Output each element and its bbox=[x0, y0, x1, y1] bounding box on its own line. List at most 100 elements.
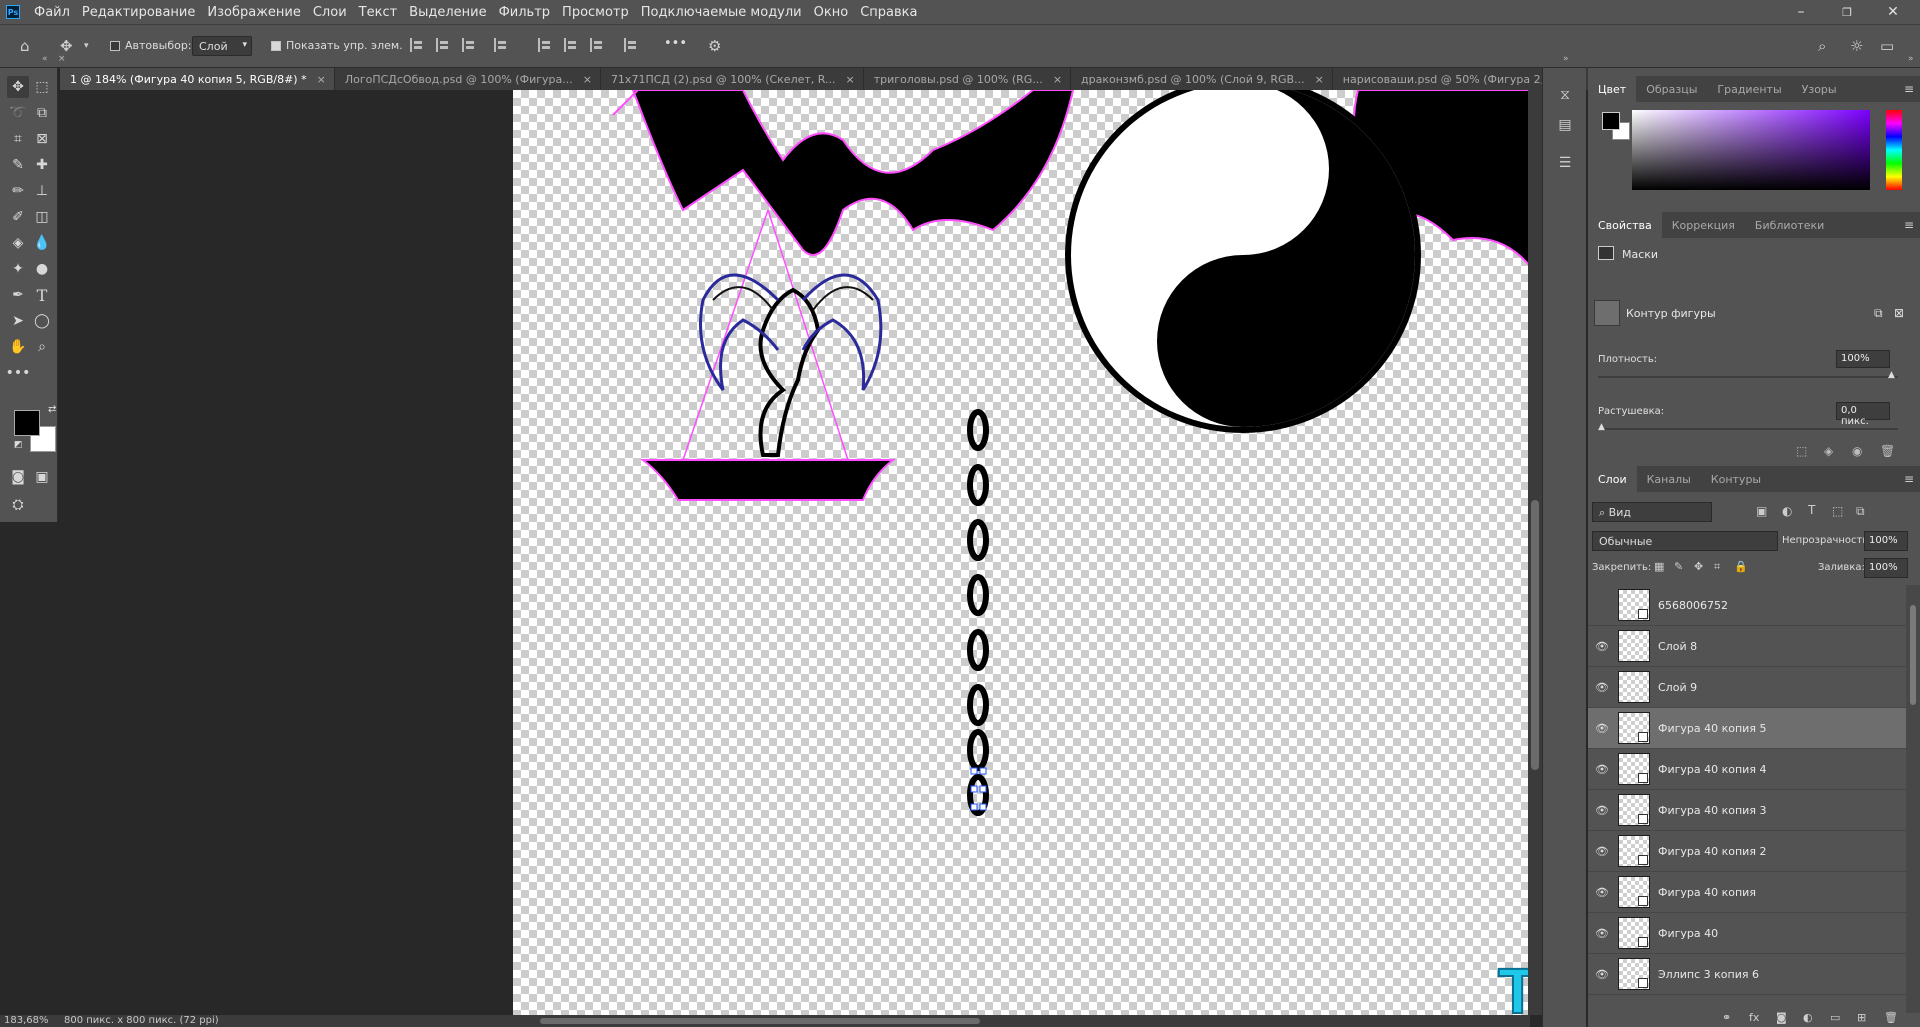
align-center-h-icon[interactable] bbox=[436, 38, 450, 52]
align-top-icon[interactable] bbox=[538, 38, 552, 52]
close-icon[interactable]: × bbox=[583, 73, 592, 86]
minimize-button[interactable]: – bbox=[1778, 0, 1824, 24]
fx-icon[interactable]: fx bbox=[1749, 1011, 1759, 1024]
tab-71x71-psd[interactable]: 71х71ПСД (2).psd @ 100% (Скелет, R... × bbox=[600, 68, 864, 90]
filter-type-icon[interactable]: T bbox=[1808, 503, 1815, 517]
ellipse-tool-icon[interactable]: ◯ bbox=[31, 310, 53, 332]
close-icon[interactable]: × bbox=[58, 54, 66, 64]
close-icon[interactable]: × bbox=[317, 73, 326, 86]
opacity-input[interactable]: 100% bbox=[1864, 531, 1908, 551]
scroll-thumb[interactable] bbox=[1910, 605, 1916, 705]
mask-icon[interactable]: ◙ bbox=[1776, 1011, 1787, 1024]
eye-icon[interactable]: 👁 bbox=[1588, 886, 1616, 899]
tab-swatches[interactable]: Образцы bbox=[1636, 76, 1707, 102]
density-slider[interactable] bbox=[1598, 376, 1898, 378]
quick-mask-icon[interactable]: ◙ bbox=[7, 466, 29, 488]
tab-gradients[interactable]: Градиенты bbox=[1707, 76, 1791, 102]
align-right-icon[interactable] bbox=[462, 38, 476, 52]
align-bottom-icon[interactable] bbox=[590, 38, 604, 52]
frame-tool-icon[interactable]: ⊠ bbox=[31, 128, 53, 150]
layer-row[interactable]: 👁 Фигура 40 копия 3 bbox=[1588, 790, 1906, 831]
filter-pixel-icon[interactable]: ▣ bbox=[1756, 504, 1767, 518]
lasso-tool-icon[interactable]: ➰ bbox=[7, 102, 29, 124]
show-controls-checkbox[interactable] bbox=[271, 41, 281, 51]
move-tool-preset-icon[interactable]: ✥ bbox=[60, 37, 73, 55]
eye-icon[interactable]: 👁 bbox=[1588, 968, 1616, 981]
menu-select[interactable]: Выделение bbox=[403, 5, 492, 20]
object-select-tool-icon[interactable]: ⧉ bbox=[31, 102, 53, 124]
eye-icon[interactable]: 👁 bbox=[1588, 640, 1616, 653]
select-mask-icon[interactable]: ⬚ bbox=[1796, 444, 1807, 458]
align-left-icon[interactable] bbox=[410, 38, 424, 52]
slider-handle-icon[interactable]: ▲ bbox=[1598, 422, 1605, 432]
link-icon[interactable]: ⚭ bbox=[1722, 1011, 1731, 1024]
visibility-icon[interactable]: ◉ bbox=[1852, 444, 1862, 458]
layer-row[interactable]: 👁 Фигура 40 копия bbox=[1588, 872, 1906, 913]
layer-row[interactable]: 👁 Слой 9 bbox=[1588, 667, 1906, 708]
vertical-scrollbar[interactable] bbox=[1528, 90, 1542, 1015]
stamp-tool-icon[interactable]: ⊥ bbox=[31, 180, 53, 202]
eraser-tool-icon[interactable]: ◫ bbox=[31, 206, 53, 228]
layer-row[interactable]: 👁 Слой 8 bbox=[1588, 626, 1906, 667]
density-input[interactable]: 100% bbox=[1836, 350, 1890, 368]
restore-button[interactable]: ❐ bbox=[1824, 0, 1870, 24]
panel-menu-icon[interactable]: ≡ bbox=[1904, 82, 1914, 96]
hand-tool-icon[interactable]: ✋ bbox=[7, 336, 29, 358]
menu-layers[interactable]: Слои bbox=[307, 5, 353, 20]
tab-logo-psd[interactable]: ЛогоПСДсОбвод.psd @ 100% (Фигура... × bbox=[334, 68, 601, 90]
tab-trigolovy-psd[interactable]: триголовы.psd @ 100% (RG... × bbox=[863, 68, 1072, 90]
home-icon[interactable]: ⌂ bbox=[20, 37, 30, 55]
more-options-icon[interactable]: ••• bbox=[664, 36, 687, 51]
layer-row[interactable]: 👁 Фигура 40 копия 5 bbox=[1588, 708, 1906, 749]
menu-filter[interactable]: Фильтр bbox=[493, 5, 556, 20]
apply-mask-icon[interactable]: ⊠ bbox=[1894, 306, 1904, 320]
history-brush-icon[interactable]: ✐ bbox=[7, 206, 29, 228]
folder-icon[interactable]: ▭ bbox=[1830, 1011, 1840, 1024]
adjustment-icon[interactable]: ◐ bbox=[1803, 1011, 1813, 1024]
distribute-icon[interactable] bbox=[494, 38, 508, 52]
workspace-icon[interactable]: ▭ bbox=[1880, 37, 1894, 55]
autoselect-target-select[interactable]: Слой ▾ bbox=[192, 36, 252, 56]
close-icon[interactable]: × bbox=[1053, 73, 1062, 86]
eye-icon[interactable]: 👁 bbox=[1588, 845, 1616, 858]
swap-colors-icon[interactable]: ⇄ bbox=[48, 404, 56, 415]
move-tool-icon[interactable]: ✥ bbox=[7, 76, 29, 98]
feather-slider[interactable] bbox=[1598, 428, 1898, 430]
layer-filter-select[interactable]: ⌕ Вид bbox=[1592, 502, 1712, 522]
distribute-v-icon[interactable] bbox=[624, 38, 638, 52]
healing-brush-icon[interactable]: ✚ bbox=[31, 154, 53, 176]
trash-icon[interactable]: 🗑 bbox=[1880, 444, 1895, 458]
eye-icon[interactable]: 👁 bbox=[1588, 681, 1616, 694]
new-layer-icon[interactable]: ⊞ bbox=[1857, 1011, 1866, 1024]
collapse-icon[interactable]: » bbox=[1563, 54, 1569, 64]
tab-paths[interactable]: Контуры bbox=[1701, 466, 1771, 492]
color-field[interactable] bbox=[1632, 110, 1870, 190]
type-tool-icon[interactable]: T bbox=[31, 284, 53, 306]
panel-menu-icon[interactable]: ≡ bbox=[1904, 472, 1914, 486]
adjust-sliders-icon[interactable]: ☰ bbox=[1556, 154, 1574, 172]
blend-mode-select[interactable]: Обычные bbox=[1592, 531, 1778, 551]
eye-icon[interactable]: 👁 bbox=[1588, 927, 1616, 940]
panel-menu-icon[interactable]: ≡ bbox=[1904, 218, 1914, 232]
tab-properties[interactable]: Свойства bbox=[1588, 212, 1662, 238]
hue-slider[interactable] bbox=[1886, 110, 1902, 190]
tab-layers[interactable]: Слои bbox=[1588, 466, 1637, 492]
horizontal-scrollbar[interactable] bbox=[450, 1015, 1530, 1027]
autoselect-checkbox[interactable] bbox=[110, 41, 120, 51]
lock-pixels-icon[interactable]: ✎ bbox=[1674, 560, 1683, 573]
dodge-tool-icon[interactable]: ✦ bbox=[7, 258, 29, 280]
menu-file[interactable]: Файл bbox=[28, 5, 76, 20]
chevron-down-icon[interactable]: ▾ bbox=[84, 41, 89, 51]
collapse-icon[interactable]: « bbox=[42, 54, 48, 64]
canvas-area[interactable]: TR bbox=[60, 90, 1586, 1015]
menu-window[interactable]: Окно bbox=[808, 5, 855, 20]
filter-smart-object-icon[interactable]: ⧉ bbox=[1856, 504, 1865, 519]
default-colors-icon[interactable]: ◩ bbox=[14, 440, 23, 450]
tab-color[interactable]: Цвет bbox=[1588, 76, 1637, 102]
paint-bucket-icon[interactable]: ◈ bbox=[7, 232, 29, 254]
fill-input[interactable]: 100% bbox=[1864, 558, 1908, 578]
brush-tool-icon[interactable]: ✏ bbox=[7, 180, 29, 202]
lightbulb-icon[interactable]: ☼ bbox=[1850, 37, 1863, 55]
close-window-button[interactable]: ✕ bbox=[1870, 0, 1916, 24]
layer-row[interactable]: 6568006752 bbox=[1588, 585, 1906, 626]
